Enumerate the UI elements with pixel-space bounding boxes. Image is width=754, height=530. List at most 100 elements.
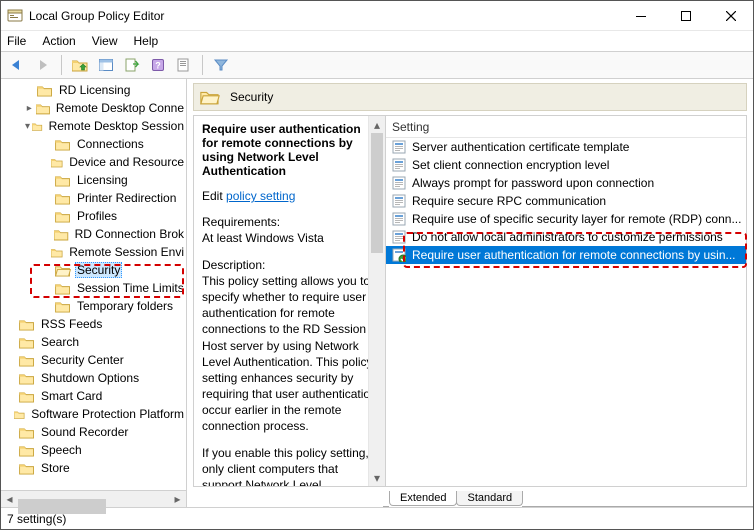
tree-item-label: Store (39, 461, 72, 475)
tree-item[interactable]: Smart Card (1, 387, 186, 405)
edit-policy-setting-link[interactable]: policy setting (226, 189, 295, 203)
tree-item-label: Sound Recorder (39, 425, 130, 439)
forward-button[interactable] (31, 54, 55, 76)
toolbar-sep (61, 55, 62, 75)
settings-list-label: Require user authentication for remote c… (412, 248, 736, 262)
policy-icon (392, 140, 406, 154)
category-title: Security (230, 90, 273, 104)
export-button[interactable] (120, 54, 144, 76)
description-vscrollbar[interactable]: ▴ ▾ (368, 116, 385, 486)
tree-item[interactable]: Profiles (1, 207, 186, 225)
collapse-icon[interactable]: ▾ (23, 121, 32, 132)
expand-icon[interactable]: ▸ (23, 103, 36, 114)
main-split: RD Licensing ▸Remote Desktop Conne ▾ Remote… (1, 79, 753, 507)
menubar: File Action View Help (1, 31, 753, 51)
tree-item[interactable]: Licensing (1, 171, 186, 189)
toolbar-sep-2 (202, 55, 203, 75)
folder-icon (37, 84, 53, 97)
settings-list-label: Require use of specific security layer f… (412, 212, 741, 226)
tree-item[interactable]: Security Center (1, 351, 186, 369)
folder-icon (55, 210, 71, 223)
details-pane: Security Require user authentication for… (187, 79, 753, 507)
menu-view[interactable]: View (92, 34, 118, 48)
tree-item[interactable]: Speech (1, 441, 186, 459)
tree-item-label: Remote Desktop Session (47, 119, 186, 133)
tree-item-label: Software Protection Platform (29, 407, 186, 421)
maximize-button[interactable] (663, 1, 708, 31)
tree-item[interactable]: Device and Resource (1, 153, 186, 171)
tree-item[interactable]: RD Licensing (1, 81, 186, 99)
tree-item[interactable]: Search (1, 333, 186, 351)
tree-item[interactable]: Printer Redirection (1, 189, 186, 207)
tree-item[interactable]: RD Connection Brok (1, 225, 186, 243)
window: Local Group Policy Editor File Action Vi… (0, 0, 754, 530)
description-pane: Require user authentication for remote c… (193, 115, 385, 487)
settings-list-label: Do not allow local administrators to cus… (412, 230, 723, 244)
tree-item[interactable]: Sound Recorder (1, 423, 186, 441)
tree-item[interactable]: Shutdown Options (1, 369, 186, 387)
tree-pane: RD Licensing ▸Remote Desktop Conne ▾ Remote… (1, 79, 187, 507)
tree[interactable]: RD Licensing ▸Remote Desktop Conne ▾ Remote… (1, 79, 186, 490)
tab-extended[interactable]: Extended (389, 491, 457, 506)
tree-item[interactable]: Software Protection Platform (1, 405, 186, 423)
settings-list-row[interactable]: Require secure RPC communication (386, 192, 746, 210)
tree-item[interactable]: Remote Session Envi (1, 243, 186, 261)
folder-icon (19, 318, 35, 331)
folder-icon (51, 156, 63, 169)
tree-item-label: Printer Redirection (75, 191, 178, 205)
tree-item-label: Shutdown Options (39, 371, 141, 385)
description-block-2: If you enable this policy setting, only … (202, 445, 377, 487)
properties-button[interactable] (172, 54, 196, 76)
tab-standard[interactable]: Standard (456, 491, 523, 506)
settings-list-row[interactable]: Do not allow local administrators to cus… (386, 228, 746, 246)
menu-file[interactable]: File (7, 34, 26, 48)
policy-enabled-icon (392, 248, 406, 262)
tree-hscrollbar[interactable]: ◂ ▸ (1, 490, 186, 507)
tree-item-label: RD Connection Brok (73, 227, 186, 241)
tree-item[interactable]: Security (1, 261, 186, 279)
tree-item-label: RD Licensing (57, 83, 132, 97)
folder-icon (19, 462, 35, 475)
tree-item[interactable]: ▾ Remote Desktop Session (1, 117, 186, 135)
tree-item[interactable]: RSS Feeds (1, 315, 186, 333)
up-button[interactable] (68, 54, 92, 76)
settings-list-row[interactable]: Require use of specific security layer f… (386, 210, 746, 228)
settings-list-row[interactable]: Server authentication certificate templa… (386, 138, 746, 156)
folder-icon (55, 282, 71, 295)
tree-item-label: Profiles (75, 209, 119, 223)
help-button[interactable]: ? (146, 54, 170, 76)
folder-icon (54, 228, 69, 241)
selected-policy-title: Require user authentication for remote c… (202, 122, 377, 178)
menu-help[interactable]: Help (134, 34, 159, 48)
folder-icon (19, 390, 35, 403)
tree-item-label: Licensing (75, 173, 130, 187)
settings-list-row[interactable]: Set client connection encryption level (386, 156, 746, 174)
folder-icon (32, 120, 42, 133)
statusbar: 7 setting(s) (1, 507, 753, 529)
settings-list-label: Always prompt for password upon connecti… (412, 176, 654, 190)
back-button[interactable] (5, 54, 29, 76)
folder-icon (19, 444, 35, 457)
tree-item-label: Temporary folders (75, 299, 175, 313)
folder-icon (51, 246, 63, 259)
tree-item-label: Search (39, 335, 81, 349)
close-button[interactable] (708, 1, 753, 31)
tree-item[interactable]: ▸Remote Desktop Conne (1, 99, 186, 117)
tree-item[interactable]: Store (1, 459, 186, 477)
settings-list-row[interactable]: Require user authentication for remote c… (386, 246, 746, 264)
tree-item[interactable]: Connections (1, 135, 186, 153)
settings-list-row[interactable]: Always prompt for password upon connecti… (386, 174, 746, 192)
folder-icon (200, 89, 220, 105)
settings-list-header[interactable]: Setting (386, 116, 746, 138)
show-hide-tree-button[interactable] (94, 54, 118, 76)
folder-icon (55, 300, 71, 313)
minimize-button[interactable] (618, 1, 663, 31)
settings-list[interactable]: Setting Server authentication certificat… (385, 115, 747, 487)
policy-icon (392, 194, 406, 208)
tree-item[interactable]: Temporary folders (1, 297, 186, 315)
tree-item[interactable]: Session Time Limits (1, 279, 186, 297)
toolbar: ? (1, 51, 753, 79)
menu-action[interactable]: Action (42, 34, 75, 48)
policy-icon (392, 158, 406, 172)
filter-button[interactable] (209, 54, 233, 76)
